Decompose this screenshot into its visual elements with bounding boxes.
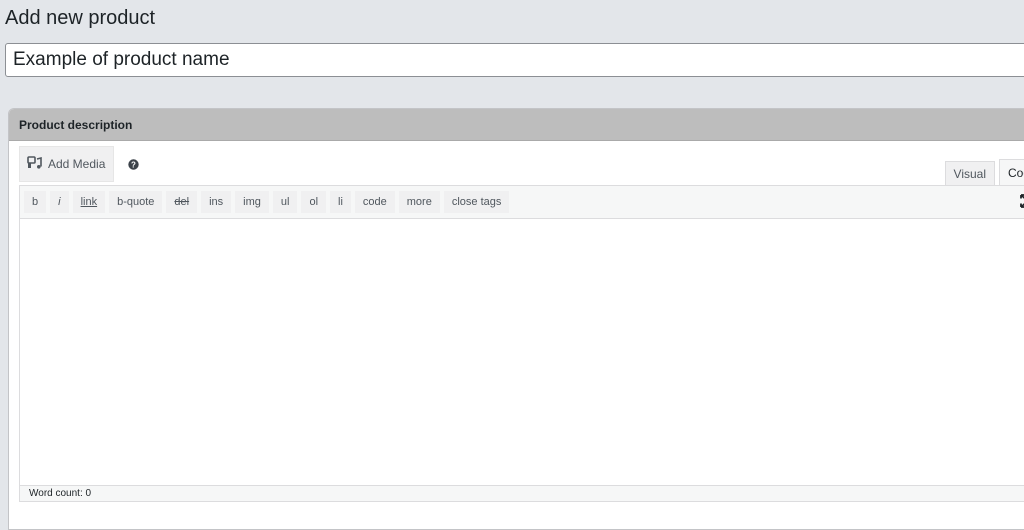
qt-italic-button[interactable]: i bbox=[50, 191, 69, 213]
qt-bold-button[interactable]: b bbox=[24, 191, 47, 213]
qt-more-button[interactable]: more bbox=[398, 191, 440, 213]
help-icon[interactable]: ? bbox=[128, 158, 140, 170]
postbox-title: Product description bbox=[19, 118, 133, 132]
qt-ol-button[interactable]: ol bbox=[301, 191, 327, 213]
page-title: Add new product bbox=[5, 7, 156, 29]
qt-ins-button[interactable]: ins bbox=[201, 191, 232, 213]
qt-blockquote-button[interactable]: b-quote bbox=[109, 191, 163, 213]
product-description-box: Product description Add Media ? Visual C… bbox=[8, 108, 1024, 530]
tab-visual[interactable]: Visual bbox=[944, 161, 995, 185]
svg-text:?: ? bbox=[131, 160, 136, 169]
qt-link-button[interactable]: link bbox=[72, 191, 106, 213]
qt-li-button[interactable]: li bbox=[330, 191, 351, 213]
editor-container: b i link b-quote del ins img ul ol li co… bbox=[19, 185, 1024, 485]
fullscreen-icon[interactable] bbox=[1020, 194, 1024, 213]
tab-code[interactable]: Code bbox=[999, 159, 1024, 185]
word-count: Word count: 0 bbox=[19, 485, 1024, 502]
qt-del-button[interactable]: del bbox=[166, 191, 198, 213]
qt-close-tags-button[interactable]: close tags bbox=[443, 191, 510, 213]
quicktags-toolbar: b i link b-quote del ins img ul ol li co… bbox=[20, 186, 1024, 219]
add-media-button[interactable]: Add Media bbox=[19, 146, 115, 182]
postbox-header: Product description bbox=[9, 109, 1024, 141]
qt-img-button[interactable]: img bbox=[235, 191, 269, 213]
qt-code-button[interactable]: code bbox=[354, 191, 395, 213]
editor-mode-tabs: Visual Code bbox=[941, 159, 1024, 185]
product-name-input[interactable] bbox=[5, 43, 1024, 77]
media-bar: Add Media ? bbox=[19, 146, 140, 182]
qt-ul-button[interactable]: ul bbox=[272, 191, 298, 213]
add-media-label: Add Media bbox=[48, 157, 106, 171]
description-textarea[interactable] bbox=[20, 219, 1024, 485]
media-icon bbox=[27, 155, 48, 173]
